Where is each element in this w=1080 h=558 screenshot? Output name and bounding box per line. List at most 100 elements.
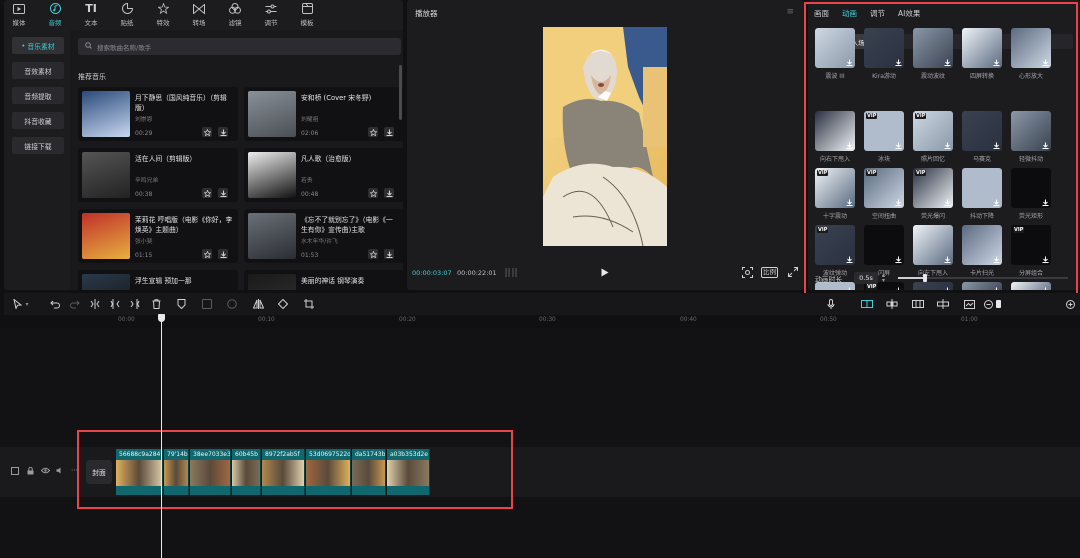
download-icon[interactable]	[993, 287, 1000, 290]
freeze-icon[interactable]	[200, 297, 214, 311]
zoom-slider-handle[interactable]	[995, 297, 1001, 311]
animation-effect-item[interactable]: 抖动下降	[962, 168, 1006, 225]
category-sound-effects[interactable]: 音效素材	[12, 62, 64, 79]
download-icon[interactable]	[218, 127, 228, 137]
animation-effect-item[interactable]: 马赛克	[962, 111, 1006, 168]
animation-effect-item[interactable]: 向右下甩入	[815, 111, 859, 168]
music-card[interactable]: 安和桥 (Cover 宋冬野) 刘耀祖 02:06	[244, 87, 403, 141]
animation-effect-item[interactable]: VIP 照片回忆	[913, 111, 957, 168]
download-icon[interactable]	[384, 249, 394, 259]
favorite-star-icon[interactable]	[202, 127, 212, 137]
music-card[interactable]: 茉莉花 哼唱版（电影《你好，李焕英》主题曲） 张小斐 01:15	[78, 209, 238, 263]
redo-icon[interactable]	[68, 297, 82, 311]
split-icon[interactable]	[88, 297, 102, 311]
music-card[interactable]: 凡人歌（治愈版） 若贵 00:48	[244, 148, 403, 202]
download-icon[interactable]	[846, 142, 853, 149]
category-music[interactable]: 音乐素材	[12, 37, 64, 54]
music-search[interactable]: 搜索歌曲名称/歌手	[78, 38, 401, 55]
favorite-star-icon[interactable]	[368, 127, 378, 137]
download-icon[interactable]	[846, 199, 853, 206]
cover-button[interactable]: 封面	[86, 460, 112, 484]
track-settings-icon[interactable]	[11, 467, 19, 475]
download-icon[interactable]	[895, 59, 902, 66]
download-icon[interactable]	[846, 59, 853, 66]
crop-icon[interactable]	[302, 297, 316, 311]
video-clip[interactable]: 60b45b	[232, 449, 261, 495]
linkage-icon[interactable]	[911, 297, 925, 311]
eye-icon[interactable]	[40, 467, 51, 475]
zoom-out-icon[interactable]	[981, 297, 995, 311]
video-clip[interactable]: 79'14b7	[164, 449, 189, 495]
zoom-in-icon[interactable]	[1063, 297, 1077, 311]
preview-axis-icon[interactable]	[936, 297, 950, 311]
download-icon[interactable]	[944, 59, 951, 66]
playhead-line[interactable]	[161, 314, 162, 558]
category-audio-extract[interactable]: 音频提取	[12, 87, 64, 104]
video-clip[interactable]: a03b353d2e	[387, 449, 430, 495]
more-icon[interactable]: ⋯	[71, 467, 79, 475]
tab-adjust[interactable]: 调节	[256, 0, 286, 30]
record-audio-icon[interactable]	[824, 297, 838, 311]
video-clip[interactable]: 56688c9a284	[116, 449, 163, 495]
rotate-icon[interactable]	[276, 297, 290, 311]
animation-effect-item[interactable]: 荧光矩形	[1011, 168, 1055, 225]
playhead-handle[interactable]	[158, 314, 165, 322]
timeline-grid-icon[interactable]	[505, 268, 517, 279]
download-icon[interactable]	[993, 142, 1000, 149]
video-clip[interactable]: 38ee7033e3	[190, 449, 231, 495]
animation-effect-item[interactable]: 轻微抖动	[1011, 111, 1055, 168]
duration-input[interactable]: 0.5s	[854, 272, 878, 284]
favorite-star-icon[interactable]	[368, 188, 378, 198]
music-card[interactable]: 活在人间（剪辑版） 辛鸣兄弟 00:38	[78, 148, 238, 202]
menu-icon[interactable]: ≡	[786, 7, 794, 17]
delete-icon[interactable]	[149, 297, 163, 311]
music-card[interactable]: 《忘不了就别忘了》（电影《一生有你》宣传曲)主歌 水木年华/许飞 01:53	[244, 209, 403, 263]
stepper-icon[interactable]: ▴ ▾	[882, 273, 885, 284]
reverse-icon[interactable]	[225, 297, 239, 311]
download-icon[interactable]	[218, 188, 228, 198]
download-icon[interactable]	[1042, 59, 1049, 66]
favorite-star-icon[interactable]	[202, 188, 212, 198]
tab-template[interactable]: 模板	[292, 0, 322, 30]
download-icon[interactable]	[1042, 256, 1049, 263]
download-icon[interactable]	[384, 188, 394, 198]
main-track-magnet-icon[interactable]	[860, 297, 874, 311]
download-icon[interactable]	[993, 59, 1000, 66]
tab-effects[interactable]: 特效	[148, 0, 178, 30]
thumbnail-icon[interactable]	[962, 297, 976, 311]
favorite-star-icon[interactable]	[368, 249, 378, 259]
video-clip[interactable]: 8972f2ab5f	[262, 449, 305, 495]
animation-effect-item[interactable]: 震动波纹	[913, 28, 957, 111]
download-icon[interactable]	[895, 142, 902, 149]
undo-icon[interactable]	[48, 297, 62, 311]
download-icon[interactable]	[1042, 199, 1049, 206]
tab-animation[interactable]: 动画	[842, 8, 857, 19]
mute-icon[interactable]	[56, 467, 64, 475]
animation-effect-item[interactable]: VIP 荧光爆闪	[913, 168, 957, 225]
fullscreen-icon[interactable]	[788, 267, 798, 279]
play-icon[interactable]	[601, 268, 609, 279]
download-icon[interactable]	[944, 199, 951, 206]
animation-effect-item[interactable]: VIP 空间扭曲	[864, 168, 908, 225]
download-icon[interactable]	[846, 256, 853, 263]
download-icon[interactable]	[944, 256, 951, 263]
download-icon[interactable]	[895, 256, 902, 263]
category-link-download[interactable]: 链接下载	[12, 137, 64, 154]
tab-transition[interactable]: 转场	[184, 0, 214, 30]
animation-effect-item[interactable]: 震波 III	[815, 28, 859, 111]
download-icon[interactable]	[993, 256, 1000, 263]
download-icon[interactable]	[944, 142, 951, 149]
lock-icon[interactable]	[27, 466, 35, 475]
download-icon[interactable]	[1042, 142, 1049, 149]
duration-slider[interactable]	[898, 274, 1068, 282]
tab-filter[interactable]: 滤镜	[220, 0, 250, 30]
music-card[interactable]: 浮生宣辑 预加一那	[78, 270, 238, 290]
tab-adjustment[interactable]: 调节	[870, 8, 885, 19]
split-left-icon[interactable]	[108, 297, 122, 311]
animation-effect-item[interactable]: VIP 冰块	[864, 111, 908, 168]
favorite-star-icon[interactable]	[202, 249, 212, 259]
animation-effect-item[interactable]: Kira游动	[864, 28, 908, 111]
marker-icon[interactable]	[174, 297, 188, 311]
mirror-icon[interactable]	[251, 297, 265, 311]
chevron-down-icon[interactable]: ▾	[23, 297, 31, 311]
